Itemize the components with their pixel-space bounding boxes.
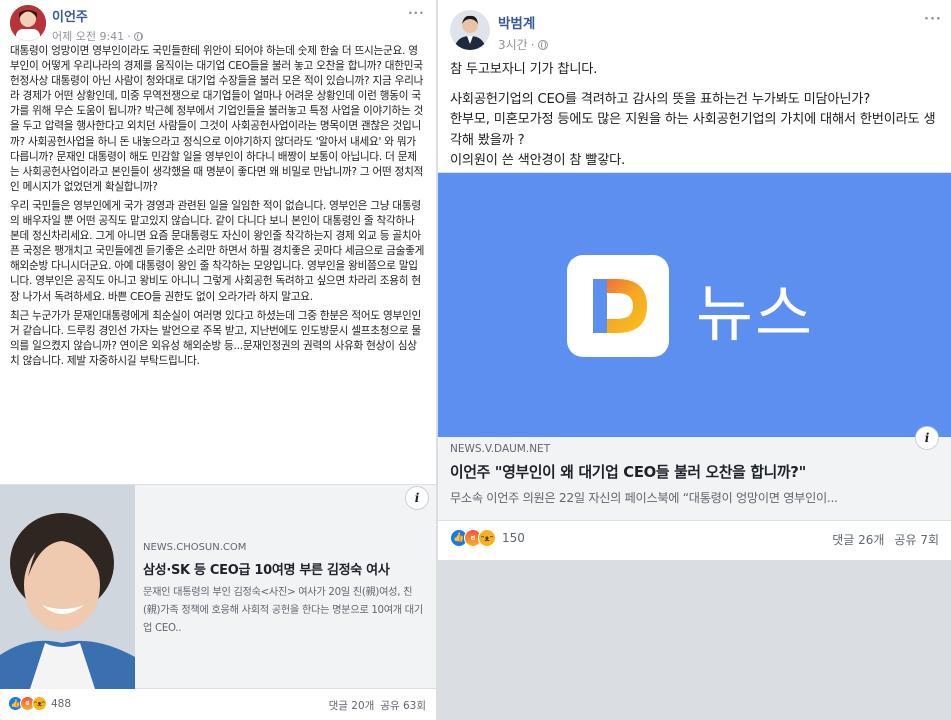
daum-logo — [567, 255, 669, 357]
avatar[interactable] — [450, 10, 490, 50]
link-text: NEWS.CHOSUN.COM 삼성·SK 등 CEO급 10여명 부른 김정숙… — [143, 542, 428, 638]
post-right: 박범계 3시간 · ··· 참 두고보자니 기가 찹니다. 사회공헌기업의 CE… — [438, 0, 951, 560]
globe-icon — [133, 31, 143, 41]
more-options-icon[interactable]: ··· — [924, 12, 942, 27]
more-options-icon[interactable]: ··· — [408, 6, 425, 20]
post-body: 대통령이 엉망이면 영부인이라도 국민들한테 위안이 되어야 하는데 숫제 한술… — [10, 44, 426, 369]
post-time[interactable]: 3시간 — [498, 36, 528, 53]
link-domain: NEWS.V.DAUM.NET — [450, 443, 551, 455]
banner-text: 뉴스 — [696, 277, 815, 350]
post-paragraph: 우리 국민들은 영부인에게 국가 경영과 관련된 일을 일임한 적이 없습니다.… — [10, 199, 425, 303]
share-count[interactable]: 공유 63회 — [380, 698, 426, 713]
link-text: NEWS.V.DAUM.NET 이언주 "영부인이 왜 대기업 CEO들 불러 … — [450, 443, 940, 506]
post-header: 이언주 어제 오전 9:41 · — [10, 5, 143, 44]
comment-count[interactable]: 댓글 26개 — [832, 531, 884, 548]
post-header: 박범계 3시간 · — [450, 10, 548, 53]
link-preview[interactable]: NEWS.CHOSUN.COM 삼성·SK 등 CEO급 10여명 부른 김정숙… — [0, 484, 436, 689]
reaction-count: 488 — [51, 697, 72, 710]
post-paragraph: 사회공헌기업의 CEO를 격려하고 감사의 뜻을 표하는건 누가봐도 미담아닌가… — [450, 91, 936, 169]
link-banner: 뉴스 — [438, 173, 951, 437]
post-paragraph: 참 두고보자니 기가 찹니다. — [450, 62, 598, 77]
reaction-summary[interactable]: 👍 ಠ ᵔᴥᵔ 150 — [450, 529, 525, 547]
post-meta: 3시간 · — [498, 36, 548, 53]
reaction-summary[interactable]: 👍 ಠ ᵔᴥᵔ 488 — [8, 696, 71, 711]
post-stats: 댓글 20개 공유 63회 — [329, 698, 426, 713]
post-time[interactable]: 어제 오전 9:41 — [52, 28, 124, 44]
link-description: 문재인 대통령의 부인 김정숙<사진> 여사가 20일 친(親)여성, 친(親)… — [143, 587, 423, 634]
link-preview[interactable]: 뉴스 i NEWS.V.DAUM.NET 이언주 "영부인이 왜 대기업 CEO… — [438, 172, 951, 521]
haha-reaction-icon: ᵔᴥᵔ — [478, 529, 496, 547]
comment-count[interactable]: 댓글 20개 — [329, 698, 375, 713]
post-body: 참 두고보자니 기가 찹니다. 사회공헌기업의 CEO를 격려하고 감사의 뜻을… — [450, 60, 945, 172]
link-domain: NEWS.CHOSUN.COM — [143, 542, 247, 553]
post-meta: 어제 오전 9:41 · — [52, 28, 143, 44]
author-name[interactable]: 박범계 — [498, 12, 548, 32]
share-count[interactable]: 공유 7회 — [894, 531, 939, 548]
haha-reaction-icon: ᵔᴥᵔ — [32, 696, 47, 711]
link-description: 무소속 이언주 의원은 22일 자신의 페이스북에 “대통령이 엉망이면 영부인… — [450, 491, 838, 505]
avatar[interactable] — [10, 5, 46, 41]
post-stats: 댓글 26개 공유 7회 — [832, 531, 939, 548]
post-left: 이언주 어제 오전 9:41 · ··· 대통령이 엉망이면 영부인이라도 국민… — [0, 0, 436, 720]
post-paragraph: 최근 누군가가 문재인대통령에게 최순실이 여러명 있다고 하셨는데 그중 한분… — [10, 309, 422, 367]
reaction-count: 150 — [502, 531, 525, 545]
author-name[interactable]: 이언주 — [52, 6, 143, 25]
link-title[interactable]: 이언주 "영부인이 왜 대기업 CEO들 불러 오찬을 합니까?" — [450, 461, 940, 482]
globe-icon — [537, 39, 548, 50]
post-paragraph: 대통령이 엉망이면 영부인이라도 국민들한테 위안이 되어야 하는데 숫제 한술… — [10, 45, 424, 193]
link-title[interactable]: 삼성·SK 등 CEO급 10여명 부른 김정숙 여사 — [143, 559, 428, 578]
info-icon[interactable]: i — [406, 487, 428, 509]
link-thumbnail — [0, 485, 135, 689]
